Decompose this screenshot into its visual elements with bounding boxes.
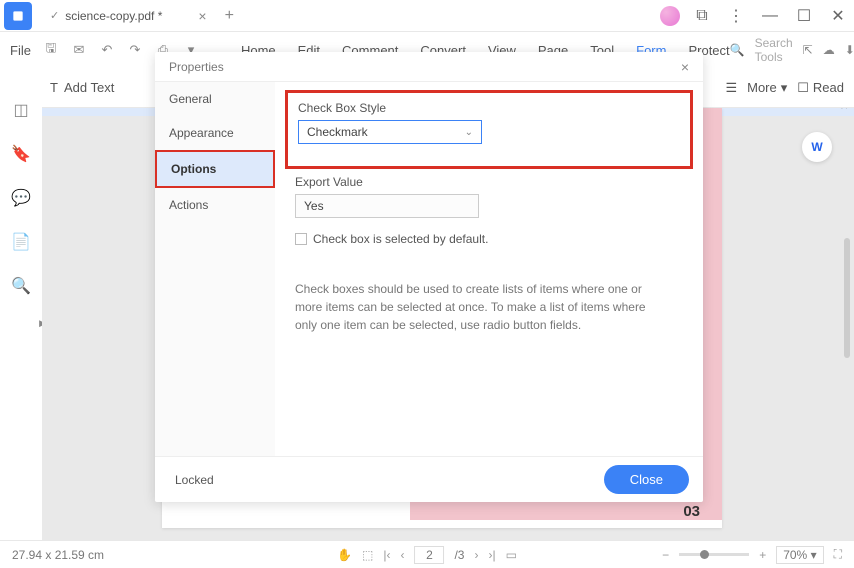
properties-dialog: Properties × General Appearance Options … [155,52,703,502]
dialog-nav: General Appearance Options Actions [155,82,275,456]
mail-icon[interactable]: ✉ [69,40,89,60]
dialog-title: Properties [169,60,224,74]
first-page-icon[interactable]: |‹ [383,548,390,562]
locked-label: Locked [175,473,214,487]
window-restore-icon[interactable]: ⧉ [690,4,714,28]
zoom-slider[interactable] [679,553,749,556]
zoom-out-icon[interactable]: − [662,548,669,562]
default-checkbox-row[interactable]: Check box is selected by default. [295,232,683,246]
default-checkbox[interactable] [295,233,307,245]
tab-check-icon: ✓ [50,9,59,22]
nav-general[interactable]: General [155,82,275,116]
close-button[interactable]: Close [604,465,689,494]
thumbnails-icon[interactable]: ◫ [11,100,31,120]
chevron-down-icon: ▾ [781,80,788,96]
comment-panel-icon[interactable]: 💬 [11,188,31,208]
dialog-content: Check Box Style Checkmark ⌄ Export Value… [275,82,703,456]
page-dimensions: 27.94 x 21.59 cm [12,548,104,562]
word-export-icon[interactable]: W [802,132,832,162]
checkbox-style-label: Check Box Style [298,101,680,115]
read-checkbox-icon: ☐ [797,80,809,96]
tab-title: science-copy.pdf * [65,9,162,23]
search-placeholder[interactable]: Search Tools [755,36,793,64]
dialog-header: Properties × [155,52,703,82]
attachments-icon[interactable]: 📄 [11,232,31,252]
text-tool-icon: T [50,80,58,95]
user-avatar-icon[interactable] [660,6,680,26]
tab-add-button[interactable]: + [225,7,234,25]
left-sidebar: ◫ 🔖 💬 📄 🔍 ▶ [0,68,42,548]
redo-icon[interactable]: ↷ [125,40,145,60]
page-number-label: 03 [683,503,700,520]
checkbox-style-value: Checkmark [307,125,368,139]
document-tab[interactable]: ✓ science-copy.pdf * × [40,2,217,30]
cloud-icon[interactable]: ☁ [823,43,835,57]
export-value-text: Yes [304,199,324,213]
menu-file[interactable]: File [10,43,31,58]
statusbar: 27.94 x 21.59 cm ✋ ⬚ |‹ ‹ 2 /3 › ›| ▭ − … [0,540,854,568]
add-text-button[interactable]: T Add Text [50,80,114,95]
share-icon[interactable]: ⇱ [803,43,813,57]
search-panel-icon[interactable]: 🔍 [11,276,31,296]
titlebar: ✓ science-copy.pdf * × + ⧉ ⋮ — ☐ ✕ [0,0,854,32]
bookmark-icon[interactable]: 🔖 [11,144,31,164]
select-tool-icon[interactable]: ⬚ [362,548,373,562]
maximize-icon[interactable]: ☐ [792,4,816,28]
read-button[interactable]: ☐ Read [797,80,844,96]
info-bar-close-icon[interactable]: × [840,108,848,113]
locked-row[interactable]: Locked [169,473,214,487]
fullscreen-icon[interactable]: ⛶ [834,547,842,562]
fit-page-icon[interactable]: ▭ [506,548,517,562]
nav-actions[interactable]: Actions [155,188,275,222]
menu-toggle-icon[interactable]: ☰ [725,80,737,96]
read-label: Read [813,80,844,95]
page-current-input[interactable]: 2 [414,546,444,564]
kebab-menu-icon[interactable]: ⋮ [724,4,748,28]
help-icon[interactable]: ⬇ [845,43,854,57]
last-page-icon[interactable]: ›| [488,548,495,562]
save-icon[interactable]: 🖫 [41,40,61,60]
hand-tool-icon[interactable]: ✋ [337,548,352,562]
nav-appearance[interactable]: Appearance [155,116,275,150]
checkbox-style-select[interactable]: Checkmark ⌄ [298,120,482,144]
more-label: More [747,80,777,95]
nav-options[interactable]: Options [155,150,275,188]
search-icon[interactable]: 🔍 [730,43,745,57]
minimize-icon[interactable]: — [758,4,782,28]
close-window-icon[interactable]: ✕ [826,4,850,28]
vertical-scrollbar[interactable] [844,238,850,358]
add-text-label: Add Text [64,80,114,95]
prev-page-icon[interactable]: ‹ [400,548,404,562]
page-total: /3 [454,548,464,562]
highlight-checkbox-style: Check Box Style Checkmark ⌄ [285,90,693,169]
undo-icon[interactable]: ↶ [97,40,117,60]
dialog-close-icon[interactable]: × [681,59,689,75]
select-chevron-icon: ⌄ [465,127,473,138]
tab-close-icon[interactable]: × [198,8,206,24]
zoom-value[interactable]: 70% ▾ [776,546,823,564]
zoom-in-icon[interactable]: + [759,548,766,562]
help-text: Check boxes should be used to create lis… [295,280,665,334]
default-checkbox-label: Check box is selected by default. [313,232,488,246]
dialog-footer: Locked Close [155,456,703,502]
app-logo[interactable] [4,2,32,30]
zoom-thumb[interactable] [700,550,709,559]
next-page-icon[interactable]: › [474,548,478,562]
export-value-input[interactable]: Yes [295,194,479,218]
more-button[interactable]: More ▾ [747,80,787,96]
export-value-label: Export Value [295,175,683,189]
